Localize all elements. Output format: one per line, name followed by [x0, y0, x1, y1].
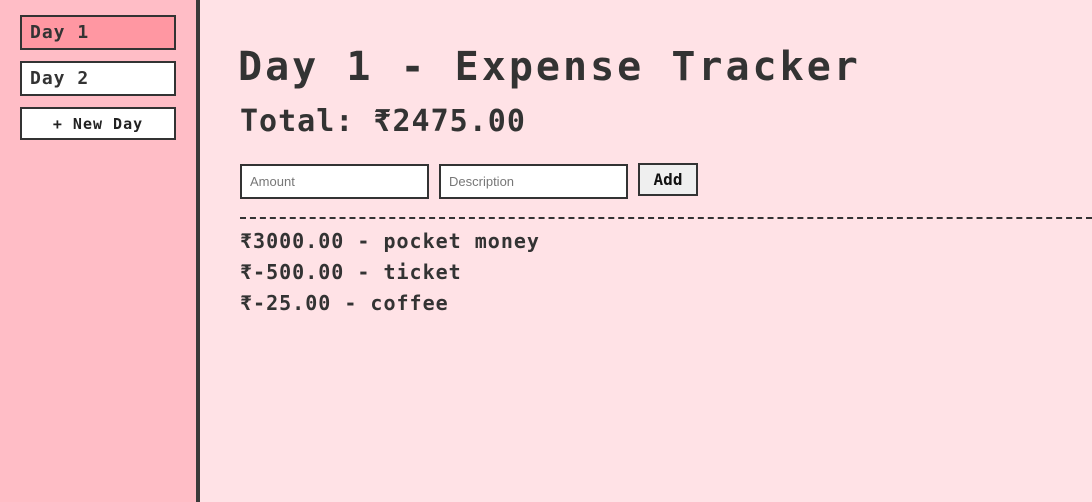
new-day-button[interactable]: + New Day	[20, 107, 176, 140]
description-input[interactable]	[439, 164, 628, 199]
add-button[interactable]: Add	[638, 163, 698, 196]
sidebar-day-1-button[interactable]: Day 1	[20, 15, 176, 50]
expense-entry: ₹-25.00 - coffee	[240, 291, 449, 315]
main-panel: Day 1 - Expense Tracker Total: ₹2475.00 …	[200, 0, 1092, 502]
expense-list: ₹3000.00 - pocket money ₹-500.00 - ticke…	[240, 228, 540, 321]
expense-entry: ₹3000.00 - pocket money	[240, 229, 540, 253]
sidebar-day-2-button[interactable]: Day 2	[20, 61, 176, 96]
sidebar: Day 1 Day 2 + New Day	[0, 0, 200, 502]
page-title: Day 1 - Expense Tracker	[238, 44, 861, 90]
expense-entry: ₹-500.00 - ticket	[240, 260, 462, 284]
divider	[240, 217, 1092, 219]
total-amount: Total: ₹2475.00	[240, 104, 526, 139]
amount-input[interactable]	[240, 164, 429, 199]
expense-tracker-app: Day 1 Day 2 + New Day Day 1 - Expense Tr…	[0, 0, 1092, 502]
